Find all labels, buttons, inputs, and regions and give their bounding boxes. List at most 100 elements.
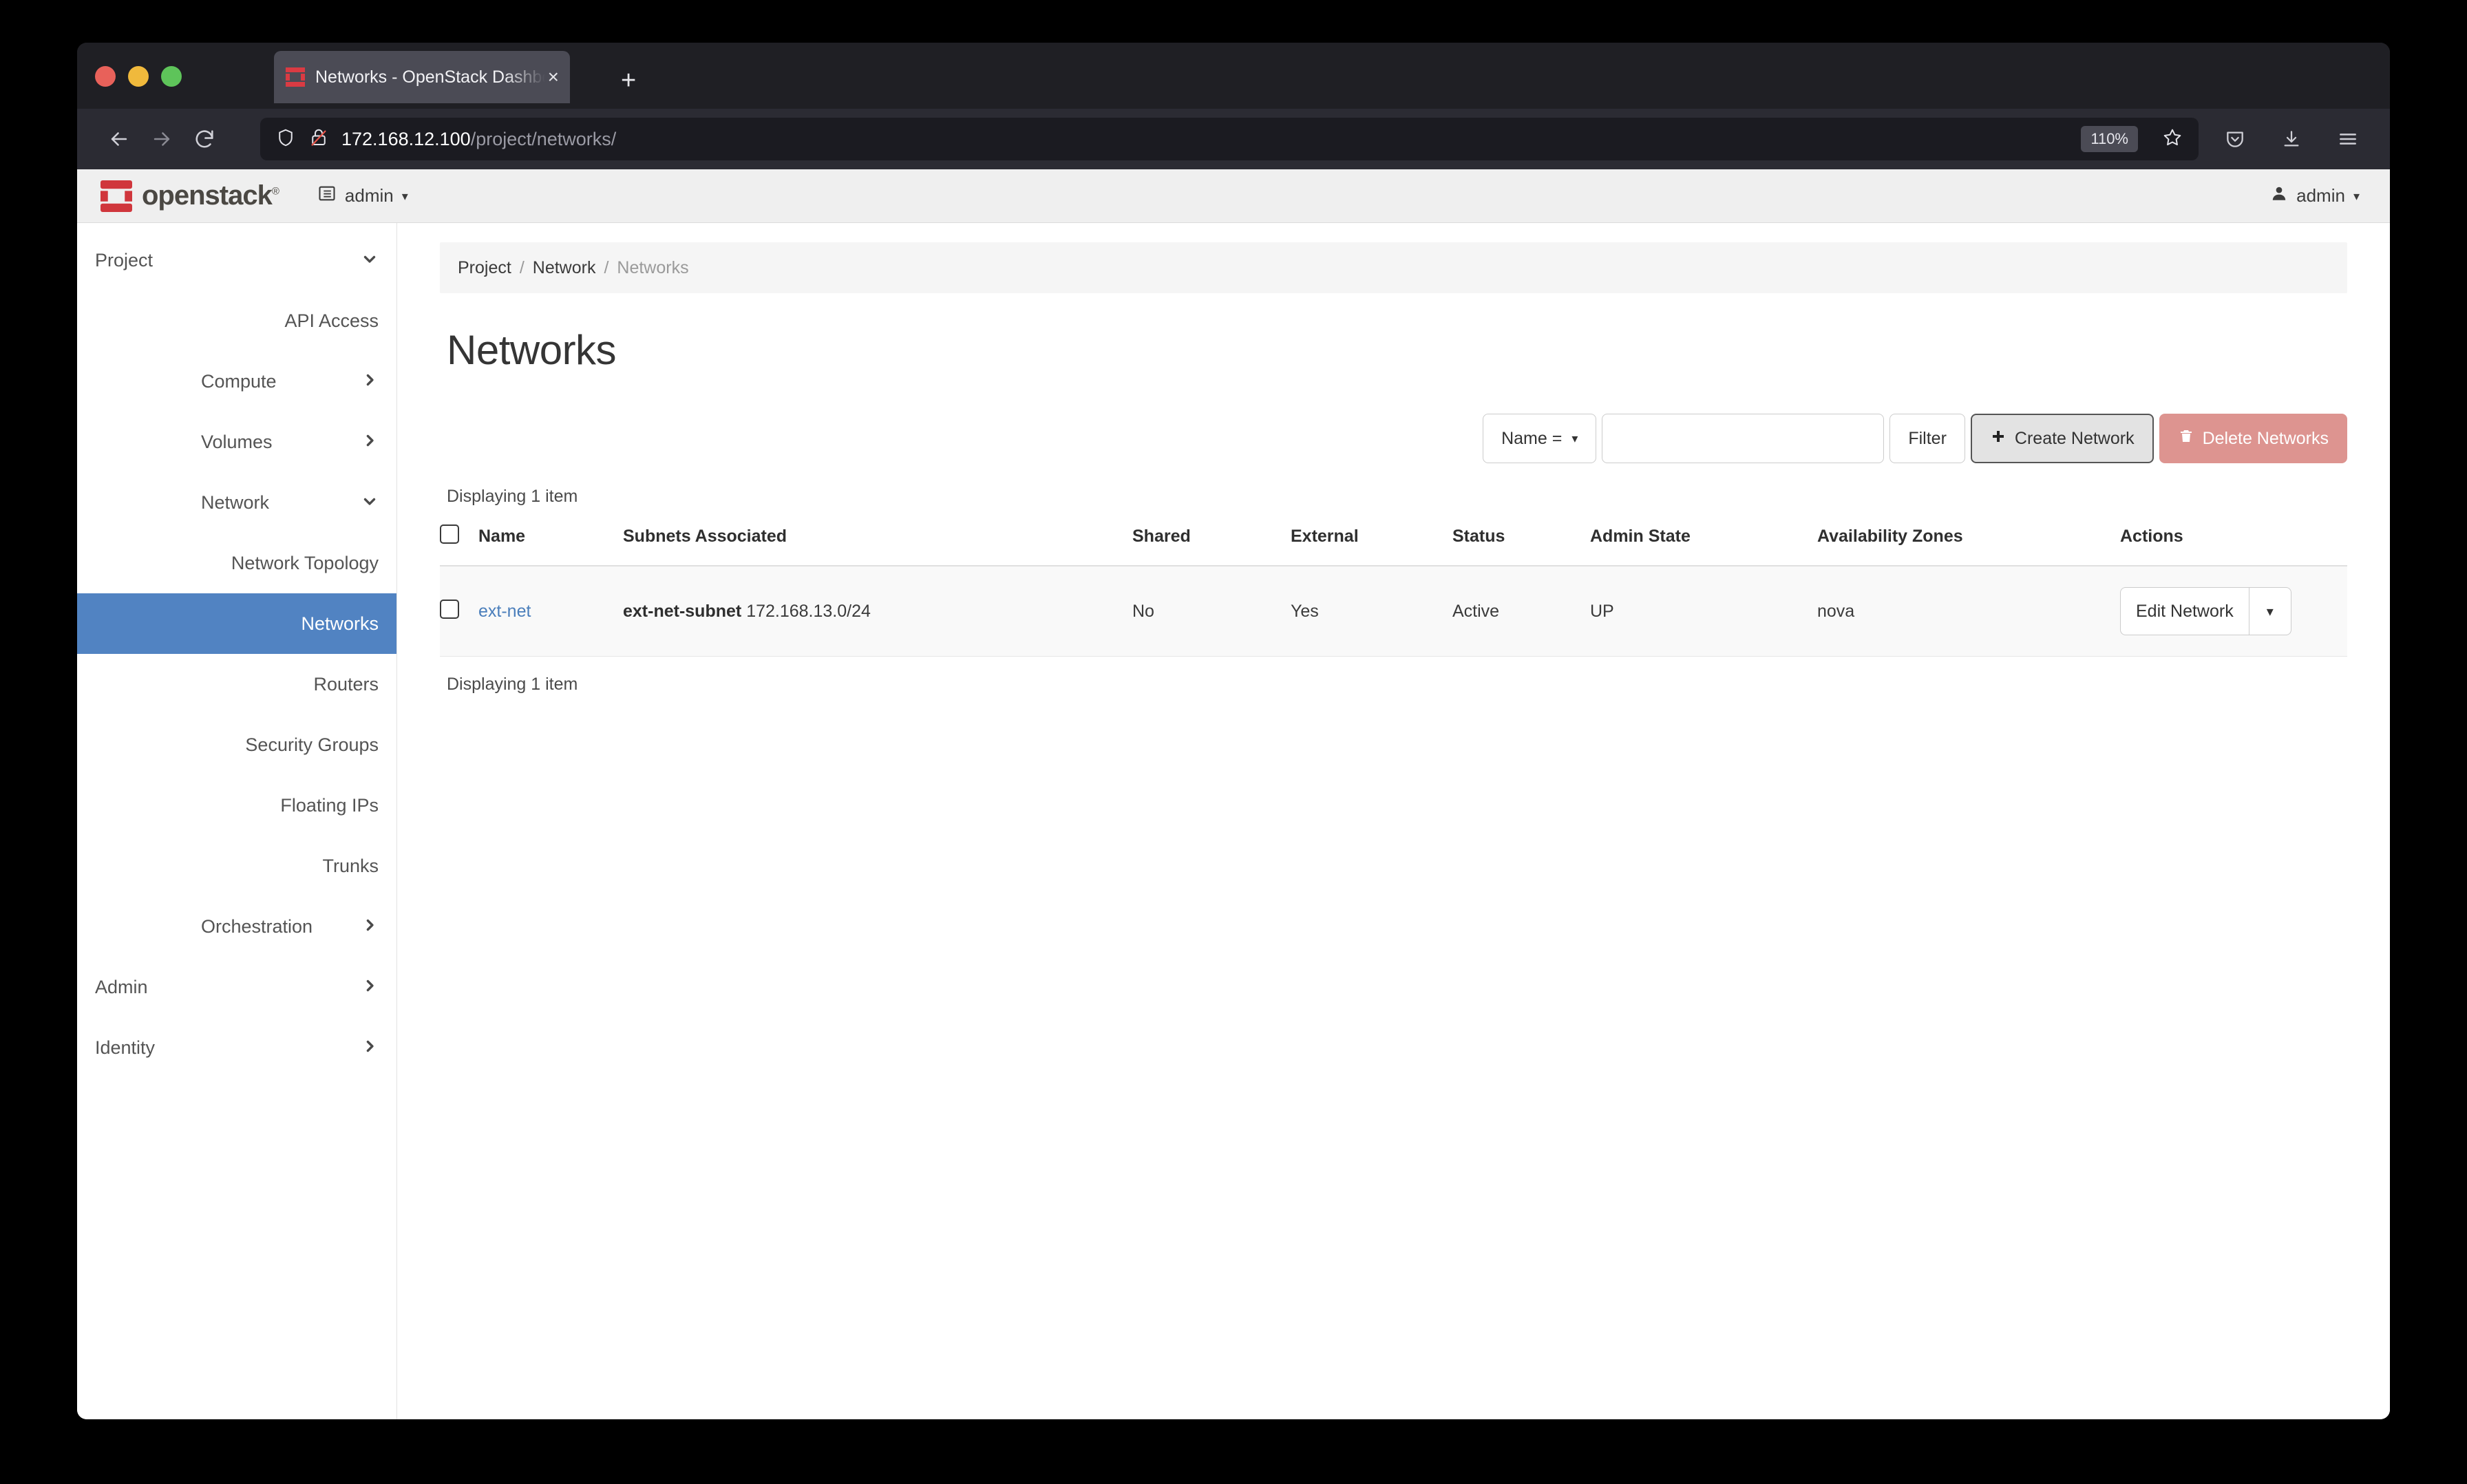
chevron-right-icon [361, 432, 379, 453]
breadcrumb-separator: / [519, 257, 525, 277]
forward-arrow-icon[interactable] [140, 118, 183, 160]
sidebar-item-label: Security Groups [245, 734, 379, 755]
star-icon[interactable] [2161, 127, 2183, 152]
network-name-link[interactable]: ext-net [478, 602, 531, 621]
sidebar-item-networks[interactable]: Networks [77, 593, 396, 654]
sidebar-item-admin[interactable]: Admin [77, 957, 396, 1017]
filter-field-select[interactable]: Name = ▾ [1483, 414, 1597, 463]
sidebar-item-label: Floating IPs [280, 794, 379, 816]
delete-networks-button[interactable]: Delete Networks [2159, 414, 2347, 463]
breadcrumb-item-network[interactable]: Network [533, 258, 596, 278]
column-header-subnets: Subnets Associated [623, 518, 1132, 566]
project-list-icon [317, 184, 337, 208]
url-host: 172.168.12.100 [341, 128, 471, 149]
chevron-right-icon [361, 371, 379, 392]
edit-network-button[interactable]: Edit Network [2120, 587, 2249, 635]
sidebar-item-label: Compute [201, 370, 277, 392]
sidebar-item-label: Network [201, 491, 270, 513]
sidebar-item-label: Orchestration [201, 915, 313, 937]
tab-title: Networks - OpenStack Dashboard [315, 67, 545, 87]
close-window-button[interactable] [95, 66, 116, 87]
sidebar-item-compute[interactable]: Compute [77, 351, 396, 412]
chevron-down-icon: ▾ [2353, 189, 2360, 203]
chevron-right-icon [361, 977, 379, 998]
table-header-row: Name Subnets Associated Shared External … [440, 518, 2347, 566]
sidebar-item-orchestration[interactable]: Orchestration [77, 896, 396, 957]
sidebar-item-floating-ips[interactable]: Floating IPs [77, 775, 396, 836]
chevron-down-icon: ▾ [401, 189, 408, 203]
cell-admin-state: UP [1590, 566, 1817, 657]
item-count-bottom: Displaying 1 item [447, 675, 578, 694]
browser-tab[interactable]: Networks - OpenStack Dashboard × [274, 51, 570, 103]
breadcrumb-item-current: Networks [617, 257, 689, 277]
user-menu[interactable]: admin ▾ [2270, 184, 2360, 207]
tab-strip: Networks - OpenStack Dashboard × + [77, 43, 2390, 109]
pocket-save-icon[interactable] [2214, 118, 2256, 160]
back-arrow-icon[interactable] [98, 118, 140, 160]
sidebar-item-label: Identity [95, 1037, 156, 1058]
user-name: admin [2296, 185, 2345, 206]
breadcrumb-item-project[interactable]: Project [458, 258, 511, 278]
project-name: admin [344, 185, 394, 206]
sidebar-item-label: Network Topology [231, 552, 379, 573]
url-text: 172.168.12.100/project/networks/ [341, 129, 616, 150]
cell-availability-zones: nova [1817, 566, 2120, 657]
window-controls [95, 66, 182, 87]
crossed-lock-icon[interactable] [308, 127, 329, 151]
close-tab-button[interactable]: × [548, 67, 559, 87]
networks-table: Name Subnets Associated Shared External … [440, 518, 2347, 657]
hamburger-menu-icon[interactable] [2327, 118, 2369, 160]
delete-networks-label: Delete Networks [2202, 428, 2329, 448]
sidebar-nav: Project API Access Compute Volumes Network Ne… [77, 223, 397, 1419]
item-count-top: Displaying 1 item [447, 487, 578, 506]
column-header-availability-zones: Availability Zones [1817, 518, 2120, 566]
sidebar-item-security-groups[interactable]: Security Groups [77, 714, 396, 775]
main-content: Project / Network / Networks Networks Na… [397, 223, 2390, 1419]
sidebar-item-volumes[interactable]: Volumes [77, 412, 396, 472]
new-tab-button[interactable]: + [621, 67, 636, 94]
project-selector[interactable]: admin ▾ [317, 184, 408, 208]
shield-icon[interactable] [275, 127, 296, 151]
breadcrumb-separator: / [604, 257, 609, 277]
row-actions-dropdown-toggle[interactable]: ▾ [2248, 587, 2291, 635]
sidebar-item-api-access[interactable]: API Access [77, 290, 396, 351]
row-select-cell [440, 566, 478, 657]
chevron-down-icon [361, 250, 379, 271]
create-network-label: Create Network [2014, 428, 2135, 448]
row-checkbox[interactable] [440, 599, 459, 619]
create-network-button[interactable]: Create Network [1970, 414, 2154, 463]
sidebar-item-routers[interactable]: Routers [77, 654, 396, 714]
column-header-status: Status [1452, 518, 1590, 566]
sidebar-item-identity[interactable]: Identity [77, 1017, 396, 1078]
download-icon[interactable] [2270, 118, 2313, 160]
filter-button[interactable]: Filter [1889, 414, 1965, 463]
column-header-shared: Shared [1132, 518, 1291, 566]
sidebar-item-network[interactable]: Network [77, 472, 396, 533]
breadcrumb: Project / Network / Networks [440, 242, 2347, 293]
brand-name: openstack® [142, 180, 279, 211]
table-row: ext-net ext-net-subnet 172.168.13.0/24 No Y… [440, 566, 2347, 657]
cell-shared: No [1132, 566, 1291, 657]
cell-name: ext-net [478, 566, 623, 657]
page-title: Networks [447, 327, 617, 373]
trash-icon [2178, 428, 2194, 449]
sidebar-item-label: Admin [95, 976, 148, 997]
search-input[interactable] [1602, 414, 1885, 463]
sidebar-item-network-topology[interactable]: Network Topology [77, 533, 396, 593]
select-all-checkbox[interactable] [440, 524, 459, 544]
zoom-level-badge[interactable]: 110% [2081, 126, 2138, 152]
address-bar[interactable]: 172.168.12.100/project/networks/ 110% [260, 118, 2199, 160]
sidebar-item-trunks[interactable]: Trunks [77, 836, 396, 896]
maximize-window-button[interactable] [161, 66, 182, 87]
reload-icon[interactable] [183, 118, 226, 160]
chevron-down-icon [361, 492, 379, 513]
sidebar-item-project[interactable]: Project [77, 230, 396, 290]
sidebar-item-label: Routers [313, 673, 379, 695]
openstack-logo[interactable]: openstack® [100, 180, 279, 212]
table-body: ext-net ext-net-subnet 172.168.13.0/24 No Y… [440, 566, 2347, 657]
openstack-favicon-icon [285, 67, 306, 87]
subnet-name: ext-net-subnet [623, 601, 742, 621]
sidebar-item-label: Volumes [201, 431, 273, 452]
chevron-down-icon: ▾ [1571, 432, 1578, 445]
minimize-window-button[interactable] [128, 66, 149, 87]
